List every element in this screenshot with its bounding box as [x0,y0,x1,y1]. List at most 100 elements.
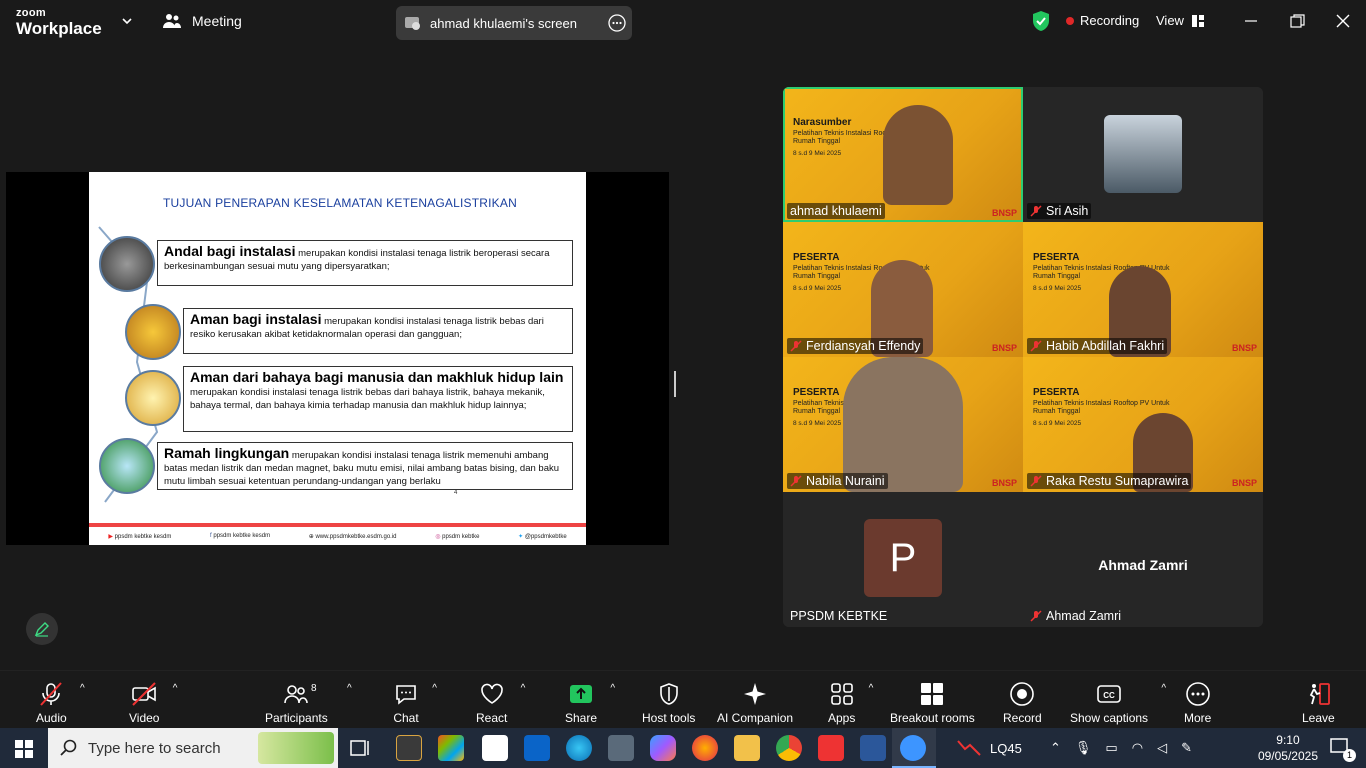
footer-youtube: ppsdm kebtke kesdm [114,533,172,540]
record-button[interactable]: Record [1003,681,1042,725]
ai-companion-button[interactable]: AI Companion [717,681,793,725]
video-label: Video [129,711,160,725]
volume-icon[interactable]: ◁ [1157,740,1167,756]
annotate-pencil-button[interactable] [26,613,58,645]
restore-icon[interactable] [1288,12,1306,30]
audio-button[interactable]: Audio ^ [36,681,85,725]
windows-taskbar: Type here to search LQ45 ⌃ 🎙 ▭ ◠ ◁ ✎ 9:1… [0,728,1366,768]
video-caret-icon[interactable]: ^ [173,683,178,694]
slide-footer: ▶ ppsdm kebtke kesdm f ppsdm kebtke kesd… [89,523,586,545]
document-icon[interactable] [482,735,508,761]
show-captions-label: Show captions [1070,711,1149,725]
recording-indicator[interactable]: Recording [1066,13,1139,28]
more-button[interactable]: More [1184,681,1211,725]
view-menu[interactable]: View [1156,13,1204,28]
share-button[interactable]: Share ^ [565,681,615,725]
system-tray: ⌃ 🎙 ▭ ◠ ◁ ✎ [1050,728,1192,768]
more-options-icon[interactable] [608,14,626,32]
show-captions-button[interactable]: CC Show captions ^ [1070,681,1166,725]
react-caret-icon[interactable]: ^ [521,683,526,694]
minimize-icon[interactable] [1242,12,1260,30]
apps-caret-icon[interactable]: ^ [869,683,874,694]
apps-button[interactable]: Apps ^ [828,681,873,725]
chevron-down-icon[interactable] [120,14,134,28]
system-clock[interactable]: 9:10 09/05/2025 [1258,732,1318,764]
video-tile-raka-restu-sumaprawira[interactable]: PESERTA Pelatihan Teknis Instalasi Rooft… [1023,357,1263,492]
edge-icon[interactable] [566,735,592,761]
meeting-toolbar: Audio ^ Video ^ 8 Participants ^ Chat ^ … [0,670,1366,728]
close-icon[interactable] [1334,12,1352,30]
security-shield-icon[interactable] [1031,10,1051,32]
windows-start-icon[interactable] [15,740,33,758]
battery-icon[interactable]: ▭ [1105,740,1117,756]
task-view-icon[interactable] [348,735,374,761]
tile-name-label: PPSDM KEBTKE [787,608,890,624]
zoom-logo: zoom Workplace [16,8,102,38]
word-icon[interactable] [860,735,886,761]
more-label: More [1184,711,1212,725]
tile-name-label: Nabila Nuraini [787,473,888,489]
video-tile-habib-abdillah-fakhri[interactable]: PESERTA Pelatihan Teknis Instalasi Rooft… [1023,222,1263,357]
host-tools-button[interactable]: Host tools [642,681,695,725]
video-tile-sri-asih[interactable]: Sri Asih [1023,87,1263,222]
slide-item-1: Andal bagi instalasi merupakan kondisi i… [157,240,573,286]
file-app-icon[interactable] [608,735,634,761]
show-hidden-icons-icon[interactable]: ⌃ [1050,740,1061,756]
tile-banner-sub: Pelatihan Teknis Instalasi Rooftop PV Un… [1033,400,1170,415]
chat-caret-icon[interactable]: ^ [432,683,437,694]
pen-icon[interactable]: ✎ [1181,740,1192,756]
taskbar-search-box[interactable]: Type here to search [48,728,338,768]
slide-page-number: 4 [454,490,458,496]
share-caret-icon[interactable]: ^ [610,683,615,694]
record-icon [1010,682,1035,706]
chat-button[interactable]: Chat ^ [393,681,437,725]
record-label: Record [1003,711,1042,725]
video-tile-ppsdm-kebtke[interactable]: P PPSDM KEBTKE [783,492,1023,627]
outlook-icon[interactable] [524,735,550,761]
participants-caret-icon[interactable]: ^ [347,683,352,694]
tile-banner-head: PESERTA [793,252,840,263]
breakout-rooms-button[interactable]: Breakout rooms [890,681,975,725]
wifi-icon[interactable]: ◠ [1132,740,1143,756]
slide-item-heading: Andal bagi instalasi [164,243,296,259]
slide-item-4: Ramah lingkungan merupakan kondisi insta… [157,442,573,490]
screen-share-indicator[interactable]: ahmad khulaemi's screen [396,6,632,40]
video-tile-ferdiansyah-effendy[interactable]: PESERTA Pelatihan Teknis Instalasi Rooft… [783,222,1023,357]
wps-office-icon[interactable] [818,735,844,761]
slide-item-3: Aman dari bahaya bagi manusia dan makhlu… [183,366,573,432]
tile-name-label: Ahmad Zamri [1027,608,1124,624]
microsoft-store-icon[interactable] [438,735,464,761]
sticky-app-icon[interactable] [396,735,422,761]
chrome-icon[interactable] [776,735,802,761]
video-tile-ahmad-zamri[interactable]: Ahmad Zamri Ahmad Zamri [1023,492,1263,627]
footer-facebook: ppsdm kebtke kesdm [213,533,271,539]
split-divider-handle[interactable] [674,371,676,397]
microphone-icon[interactable]: 🎙 [1075,740,1092,756]
participants-button[interactable]: 8 Participants ^ [265,681,352,725]
meeting-menu[interactable]: Meeting [162,13,242,29]
video-tile-ahmad-khulaemi[interactable]: Narasumber Pelatihan Teknis Instalasi Ro… [783,87,1023,222]
react-button[interactable]: React ^ [476,681,525,725]
leave-button[interactable]: Leave [1302,681,1335,725]
apps-icon [830,683,853,705]
host-tools-label: Host tools [642,711,696,725]
participant-name: Ahmad Zamri [1046,609,1122,623]
sparkle-icon [744,683,767,705]
stock-widget[interactable]: LQ45 [956,728,1022,768]
file-explorer-icon[interactable] [734,735,760,761]
muted-mic-icon [1030,340,1042,352]
video-button[interactable]: Video ^ [129,681,177,725]
captions-caret-icon[interactable]: ^ [1161,683,1166,694]
tile-banner-head: Narasumber [793,117,852,128]
firefox-icon[interactable] [692,735,718,761]
react-label: React [476,711,508,725]
breakout-rooms-label: Breakout rooms [890,711,975,725]
search-placeholder: Type here to search [88,739,221,757]
slide-item-text: merupakan kondisi instalasi tenaga listr… [190,387,545,411]
video-tile-nabila-nuraini[interactable]: PESERTA Pelatihan Teknis Instalasi Rooft… [783,357,1023,492]
notifications-button[interactable]: 1 [1330,738,1356,762]
footer-twitter: @ppsdmkebtke [524,533,567,540]
copilot-icon[interactable] [650,735,676,761]
participant-video [883,105,953,205]
audio-caret-icon[interactable]: ^ [80,683,85,694]
